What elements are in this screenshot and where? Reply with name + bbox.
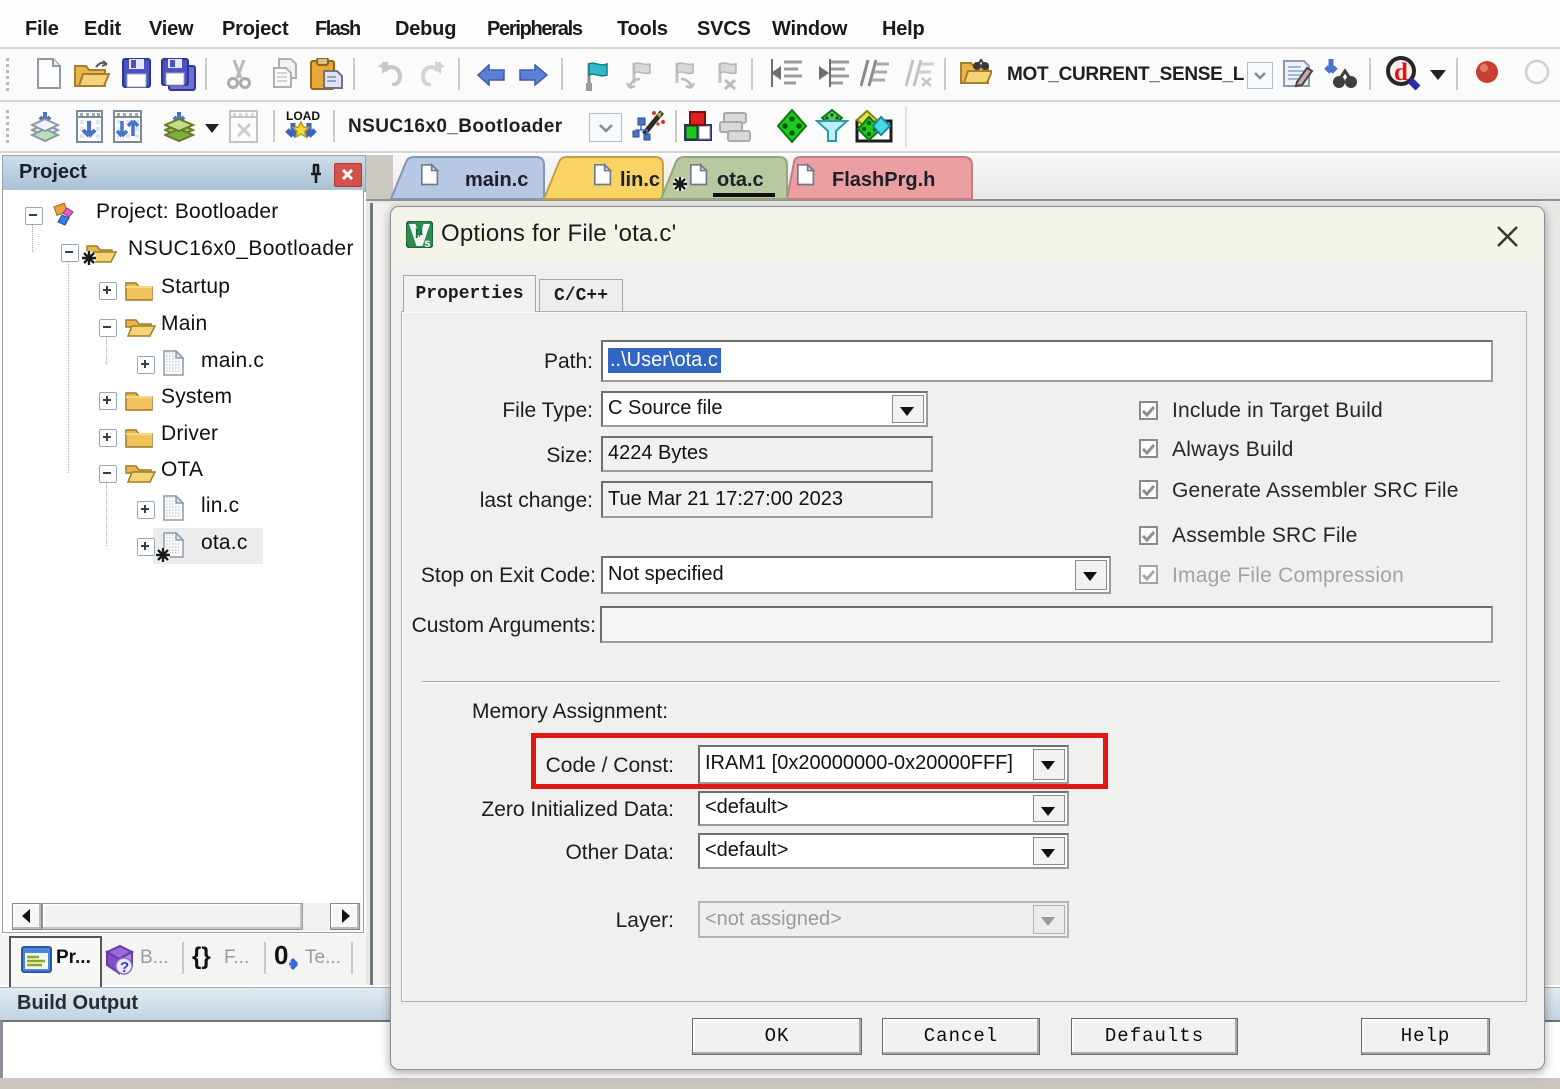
- svg-text:?: ?: [120, 959, 129, 976]
- svg-text:d: d: [1394, 59, 1408, 86]
- svg-text:LOAD: LOAD: [286, 109, 320, 123]
- svg-text:s: s: [424, 236, 431, 248]
- svg-text:lin.c: lin.c: [620, 169, 660, 191]
- svg-text:ota.c: ota.c: [717, 169, 764, 191]
- svg-text:main.c: main.c: [465, 169, 528, 191]
- svg-text:FlashPrg.h: FlashPrg.h: [832, 169, 935, 191]
- svg-text:µ: µ: [415, 224, 423, 239]
